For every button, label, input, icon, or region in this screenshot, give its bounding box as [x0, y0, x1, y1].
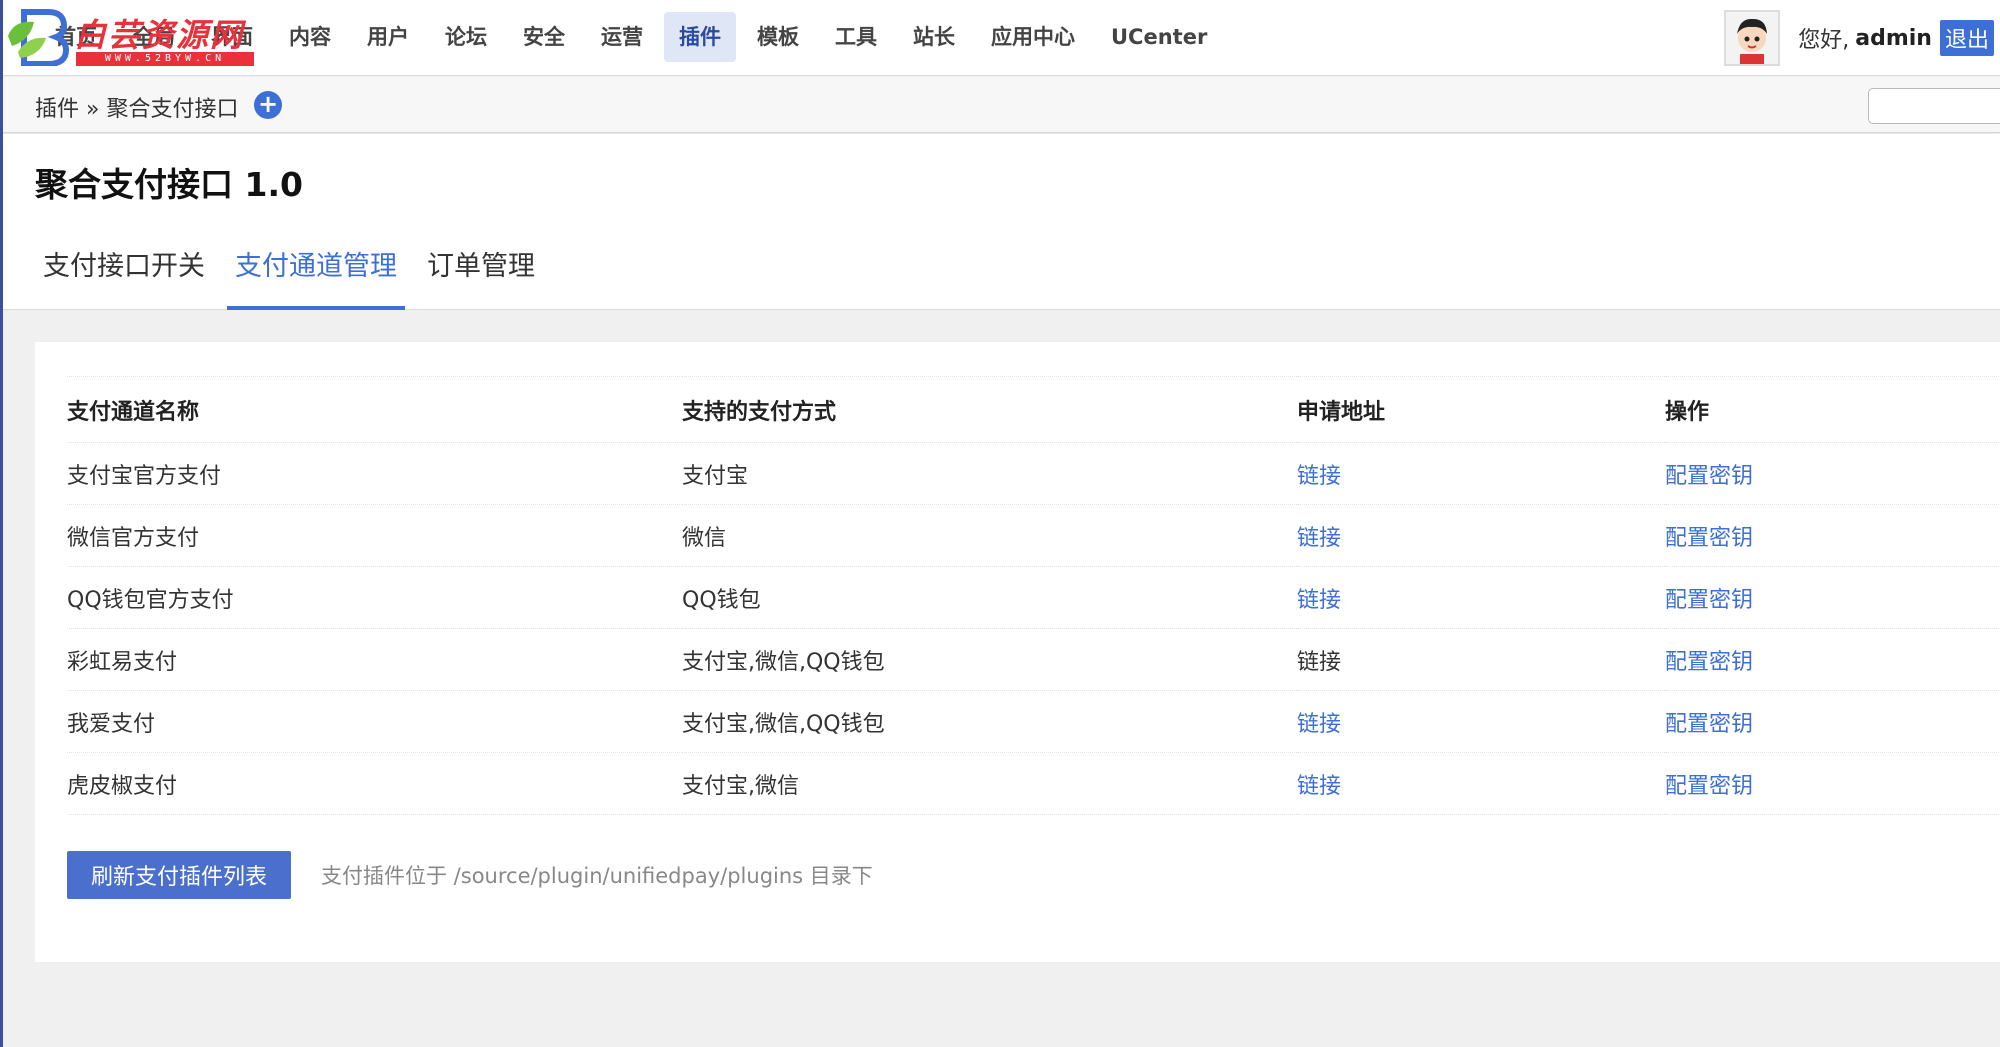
apply-link[interactable]: 链接: [1297, 712, 1341, 737]
table-cell: 支付宝: [682, 442, 1297, 505]
table-row: 虎皮椒支付 支付宝,微信 链接 配置密钥: [67, 752, 2000, 815]
apply-link[interactable]: 链接: [1297, 526, 1341, 551]
nav-item-10[interactable]: 工具: [820, 12, 892, 62]
payment-methods-cell: 支付宝,微信,QQ钱包: [682, 711, 885, 737]
tab-channel-management[interactable]: 支付通道管理: [227, 242, 405, 310]
payment-methods-cell: 支付宝,微信: [682, 773, 799, 799]
table-cell: 虎皮椒支付: [67, 752, 682, 815]
column-header-apply-url: 申请地址: [1297, 376, 1665, 443]
top-navigation-bar: 首页 全局 界面 内容 用户 论坛 安全 运营 插件 模板 工具 站长 应用中心 UCenter 白芸资源…: [0, 0, 2000, 76]
table-cell: 我爱支付: [67, 690, 682, 753]
table-cell: 链接: [1297, 566, 1665, 629]
username: admin: [1855, 25, 1932, 51]
table-cell: 支付宝,微信,QQ钱包: [682, 628, 1297, 691]
apply-link[interactable]: 链接: [1297, 774, 1341, 799]
configure-key-link[interactable]: 配置密钥: [1665, 774, 1753, 799]
table-header-row: 支付通道名称 支持的支付方式 申请地址 操作: [67, 376, 2000, 443]
configure-key-link[interactable]: 配置密钥: [1665, 464, 1753, 489]
payment-methods-cell: 支付宝,微信,QQ钱包: [682, 649, 885, 675]
table-cell: 微信官方支付: [67, 504, 682, 567]
table-cell: 配置密钥: [1665, 690, 2000, 753]
nav-item-7[interactable]: 运营: [586, 12, 658, 62]
table-cell: 彩虹易支付: [67, 628, 682, 691]
left-edge-rule: [0, 0, 3, 1047]
apply-link[interactable]: 链接: [1297, 464, 1341, 489]
table-cell: 链接: [1297, 442, 1665, 505]
breadcrumb: 插件 » 聚合支付接口: [35, 97, 239, 122]
payment-methods-cell: 微信: [682, 525, 727, 551]
table-cell: 链接: [1297, 752, 1665, 815]
channel-name-cell: 支付宝官方支付: [67, 463, 222, 489]
nav-item-11[interactable]: 站长: [898, 12, 970, 62]
quick-search-input[interactable]: [1868, 88, 2000, 124]
configure-key-link[interactable]: 配置密钥: [1665, 712, 1753, 737]
logo-url: WWW.52BYW.CN: [76, 52, 254, 66]
table-cell: 微信: [682, 504, 1297, 567]
table-row: 微信官方支付 微信 链接 配置密钥: [67, 504, 2000, 567]
channel-panel: 支付通道名称 支持的支付方式 申请地址 操作 支付宝官方支付 支付宝 链接 配置密钥微…: [35, 342, 2000, 962]
nav-item-4[interactable]: 用户: [352, 12, 424, 62]
table-row: QQ钱包官方支付 QQ钱包 链接 配置密钥: [67, 566, 2000, 629]
table-cell: 链接: [1297, 504, 1665, 567]
column-header-methods: 支持的支付方式: [682, 376, 1297, 443]
plus-circle-icon[interactable]: +: [254, 91, 282, 119]
page-title: 聚合支付接口 1.0: [35, 165, 303, 204]
site-logo[interactable]: 白芸资源网 WWW.52BYW.CN: [4, 2, 254, 68]
table-row: 我爱支付 支付宝,微信,QQ钱包 链接 配置密钥: [67, 690, 2000, 753]
nav-item-3[interactable]: 内容: [274, 12, 346, 62]
avatar[interactable]: [1724, 10, 1781, 66]
table-cell: 链接: [1297, 690, 1665, 753]
avatar-icon: [1726, 12, 1779, 64]
table-cell: 配置密钥: [1665, 752, 2000, 815]
channel-name-cell: 彩虹易支付: [67, 649, 178, 675]
logo-leaf-icon: [8, 9, 70, 66]
table-row: 彩虹易支付 支付宝,微信,QQ钱包 链接 配置密钥: [67, 628, 2000, 691]
channel-name-cell: 微信官方支付: [67, 525, 200, 551]
apply-link[interactable]: 链接: [1297, 588, 1341, 613]
nav-item-5[interactable]: 论坛: [430, 12, 502, 62]
tab-order-management[interactable]: 订单管理: [419, 242, 543, 310]
table-cell: 支付宝官方支付: [67, 442, 682, 505]
table-cell: 配置密钥: [1665, 504, 2000, 567]
configure-key-link[interactable]: 配置密钥: [1665, 650, 1753, 675]
configure-key-link[interactable]: 配置密钥: [1665, 526, 1753, 551]
column-header-channel-name: 支付通道名称: [67, 376, 682, 443]
apply-link: 链接: [1297, 649, 1342, 675]
channel-name-cell: QQ钱包官方支付: [67, 587, 234, 613]
nav-item-13[interactable]: UCenter: [1096, 12, 1222, 62]
configure-key-link[interactable]: 配置密钥: [1665, 588, 1753, 613]
table-cell: QQ钱包官方支付: [67, 566, 682, 629]
channel-name-cell: 我爱支付: [67, 711, 156, 737]
table-cell: 支付宝,微信,QQ钱包: [682, 690, 1297, 753]
nav-item-8[interactable]: 插件: [664, 12, 736, 62]
table-cell: QQ钱包: [682, 566, 1297, 629]
payment-methods-cell: QQ钱包: [682, 587, 761, 613]
table-cell: 链接: [1297, 628, 1665, 691]
logout-button[interactable]: 退出: [1939, 20, 1994, 56]
logo-text: 白芸资源网: [74, 16, 245, 54]
table-cell: 配置密钥: [1665, 628, 2000, 691]
column-header-actions: 操作: [1665, 376, 2000, 443]
plugin-path-hint: 支付插件位于 /source/plugin/unifiedpay/plugins…: [321, 864, 873, 888]
tab-bar: 支付接口开关 支付通道管理 订单管理: [35, 242, 557, 310]
table-cell: 支付宝,微信: [682, 752, 1297, 815]
nav-item-6[interactable]: 安全: [508, 12, 580, 62]
user-area: 您好, admin 退出: [1724, 8, 2000, 68]
table-cell: 配置密钥: [1665, 442, 2000, 505]
nav-item-12[interactable]: 应用中心: [976, 12, 1090, 62]
channel-table: 支付通道名称 支持的支付方式 申请地址 操作 支付宝官方支付 支付宝 链接 配置密钥微…: [67, 376, 2000, 815]
breadcrumb-bar: 插件 » 聚合支付接口 +: [0, 77, 2000, 133]
nav-item-9[interactable]: 模板: [742, 12, 814, 62]
refresh-plugin-list-button[interactable]: 刷新支付插件列表: [67, 851, 291, 899]
payment-methods-cell: 支付宝: [682, 463, 749, 489]
table-cell: 配置密钥: [1665, 566, 2000, 629]
tab-payment-switch[interactable]: 支付接口开关: [35, 242, 213, 310]
channel-name-cell: 虎皮椒支付: [67, 773, 178, 799]
table-row: 支付宝官方支付 支付宝 链接 配置密钥: [67, 442, 2000, 505]
greeting-text: 您好,: [1798, 28, 1850, 53]
page-header: 聚合支付接口 1.0 支付接口开关 支付通道管理 订单管理: [3, 134, 2000, 310]
